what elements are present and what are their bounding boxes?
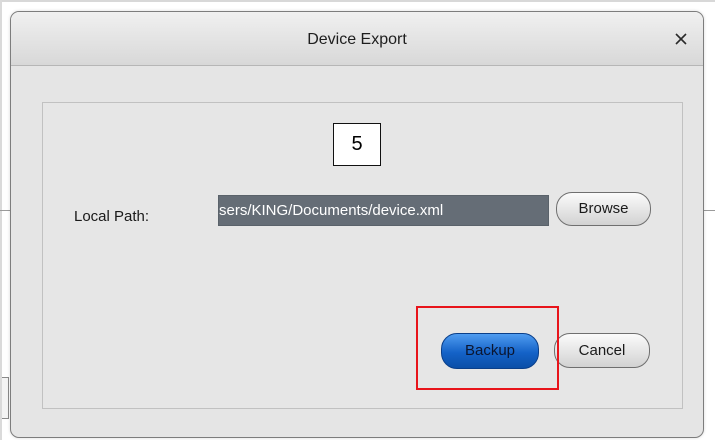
background-edge [0,0,715,2]
local-path-label: Local Path: [74,208,150,225]
close-button[interactable] [672,30,690,48]
step-annotation: 5 [333,123,381,166]
dialog-titlebar: Device Export [11,12,703,66]
local-path-input[interactable]: sers/KING/Documents/device.xml [218,195,549,226]
background-divider [0,210,10,211]
dialog-title: Device Export [307,31,407,48]
backup-highlight-annotation [416,306,559,390]
cancel-button[interactable]: Cancel [554,333,650,368]
background-edge [0,0,2,440]
local-path-value: sers/KING/Documents/device.xml [219,202,444,219]
background-fragment [2,377,9,419]
close-icon [675,33,687,45]
device-export-dialog: Device Export 5 Local Path: sers/KING/Do… [10,11,704,438]
browse-button[interactable]: Browse [556,192,651,226]
